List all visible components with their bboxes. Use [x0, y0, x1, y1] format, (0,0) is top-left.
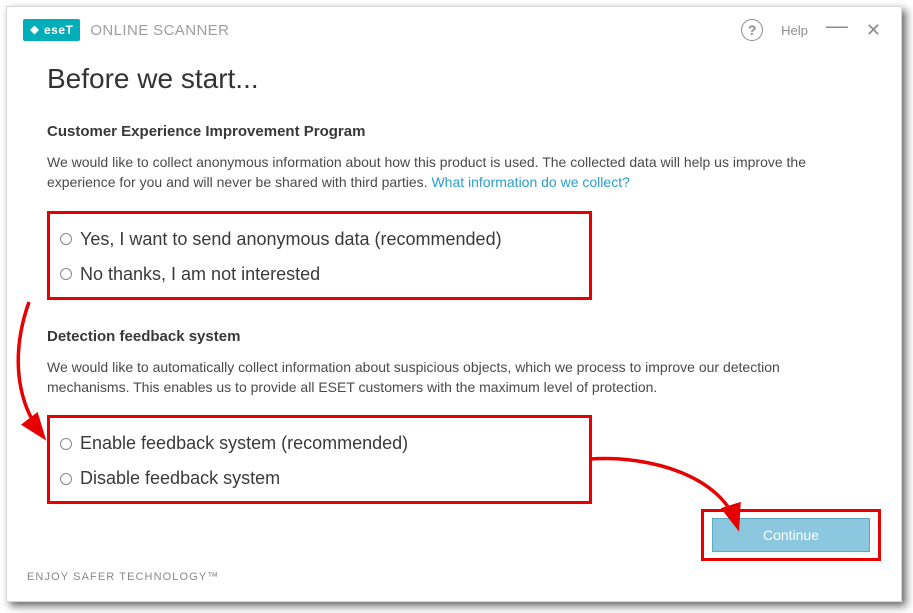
content-area: Before we start... Customer Experience I…	[7, 47, 901, 504]
close-button[interactable]: ✕	[866, 20, 881, 41]
ceip-yes-label: Yes, I want to send anonymous data (reco…	[80, 229, 502, 250]
titlebar-controls: ? Help — ✕	[741, 19, 885, 41]
feedback-enable-label: Enable feedback system (recommended)	[80, 433, 408, 454]
ceip-no-label: No thanks, I am not interested	[80, 264, 320, 285]
footer-tagline: ENJOY SAFER TECHNOLOGY™	[27, 571, 219, 583]
what-info-link[interactable]: What information do we collect?	[431, 174, 629, 190]
help-link[interactable]: Help	[781, 23, 808, 38]
radio-icon	[60, 438, 72, 450]
feedback-radio-group: Enable feedback system (recommended) Dis…	[47, 415, 592, 504]
feedback-disable-label: Disable feedback system	[80, 468, 280, 489]
eset-logo: eseT	[23, 19, 80, 41]
help-icon[interactable]: ?	[741, 19, 763, 41]
product-name: ONLINE SCANNER	[90, 22, 229, 39]
feedback-enable-option[interactable]: Enable feedback system (recommended)	[60, 433, 579, 454]
ceip-no-option[interactable]: No thanks, I am not interested	[60, 264, 579, 285]
titlebar: eseT ONLINE SCANNER ? Help — ✕	[7, 7, 901, 47]
ceip-yes-option[interactable]: Yes, I want to send anonymous data (reco…	[60, 229, 579, 250]
radio-icon	[60, 473, 72, 485]
section2-description: We would like to automatically collect i…	[47, 357, 861, 398]
main-window: eseT ONLINE SCANNER ? Help — ✕ Before we…	[6, 6, 902, 602]
radio-icon	[60, 233, 72, 245]
section1-description-text: We would like to collect anonymous infor…	[47, 154, 806, 190]
radio-icon	[60, 268, 72, 280]
page-title: Before we start...	[47, 63, 861, 95]
section1-heading: Customer Experience Improvement Program	[47, 123, 861, 140]
section2-heading: Detection feedback system	[47, 328, 861, 345]
continue-button[interactable]: Continue	[712, 518, 870, 552]
feedback-disable-option[interactable]: Disable feedback system	[60, 468, 579, 489]
section1-description: We would like to collect anonymous infor…	[47, 152, 861, 193]
continue-highlight-box: Continue	[701, 509, 881, 561]
ceip-radio-group: Yes, I want to send anonymous data (reco…	[47, 211, 592, 300]
